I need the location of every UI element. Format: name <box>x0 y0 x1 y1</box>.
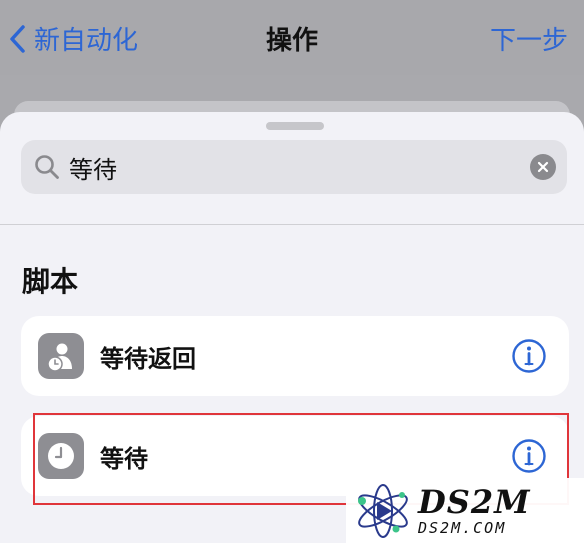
person-clock-icon <box>38 333 84 379</box>
navigation-bar: 新自动化 操作 下一步 <box>0 0 584 75</box>
section-title: 脚本 <box>22 265 79 298</box>
info-icon[interactable] <box>511 338 547 374</box>
watermark-main: DS2M <box>418 482 531 521</box>
watermark-sub: DS2M.COM <box>418 518 507 537</box>
cross-icon <box>537 161 549 173</box>
chevron-left-icon <box>10 24 25 53</box>
watermark: DS2M DS2M.COM <box>346 478 584 543</box>
back-label: 新自动化 <box>34 26 139 56</box>
clear-icon[interactable] <box>530 154 556 180</box>
action-label: 等待 <box>100 444 148 473</box>
sheet-grabber[interactable] <box>266 122 324 130</box>
divider <box>0 224 584 225</box>
clock-icon <box>38 433 84 479</box>
info-icon[interactable] <box>511 438 547 474</box>
action-label: 等待返回 <box>100 344 196 373</box>
search-icon <box>35 155 59 179</box>
back-button[interactable]: 新自动化 <box>8 20 138 57</box>
search-bar[interactable] <box>21 140 567 194</box>
action-row-wait-return[interactable]: 等待返回 <box>21 316 569 396</box>
search-input[interactable] <box>69 153 530 181</box>
next-button[interactable]: 下一步 <box>490 20 568 57</box>
atom-logo-icon <box>358 483 408 538</box>
